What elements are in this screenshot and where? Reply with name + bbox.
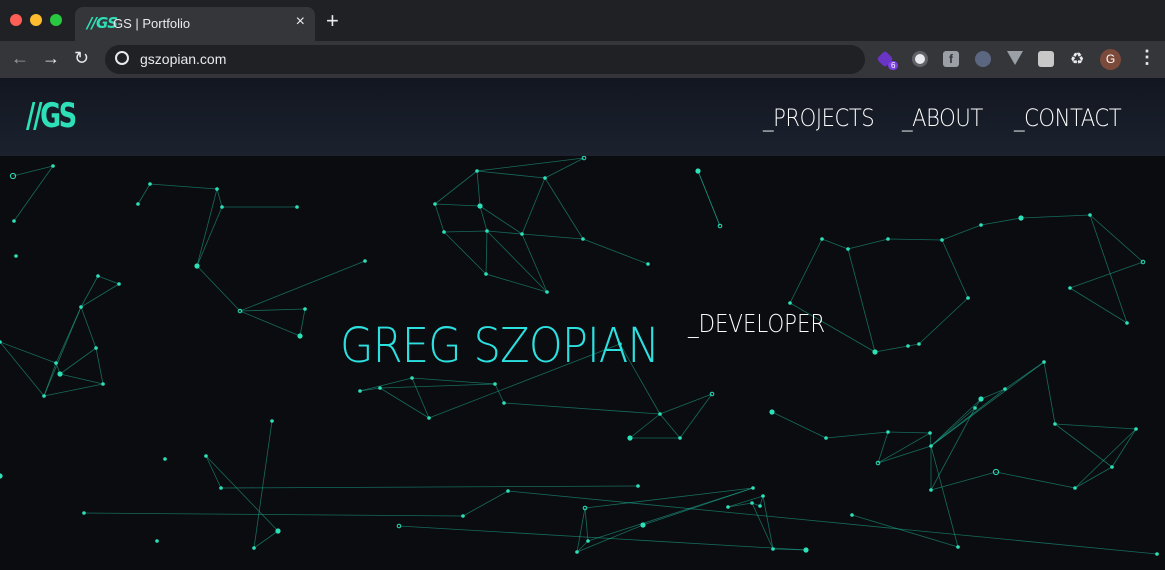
site-logo[interactable]: //GS xyxy=(26,96,77,136)
extension-search-icon[interactable] xyxy=(1038,51,1054,67)
extension-bolt-icon[interactable] xyxy=(975,51,991,67)
address-bar[interactable]: gszopian.com xyxy=(105,45,865,74)
profile-avatar[interactable]: G xyxy=(1100,49,1121,70)
reload-icon[interactable]: ↻ xyxy=(74,48,89,69)
forward-arrow-icon[interactable]: → xyxy=(42,48,60,69)
new-tab-button[interactable]: + xyxy=(326,10,339,32)
globe-icon xyxy=(115,51,129,65)
puzzle-icon[interactable]: ♻ xyxy=(1070,49,1086,68)
nav-link-about[interactable]: _ABOUT xyxy=(902,104,983,132)
maximize-window-button[interactable] xyxy=(50,14,62,26)
browser-tab[interactable]: //GS GS | Portfolio × xyxy=(75,7,315,41)
hero-section: GREG SZOPIAN _DEVELOPER xyxy=(0,156,1165,570)
extension-circle-icon[interactable] xyxy=(912,51,928,67)
browser-toolbar: ← → ↻ gszopian.com 6 f ♻ G ⋮ xyxy=(0,41,1165,78)
extension-facebook-icon[interactable]: f xyxy=(943,51,959,67)
tab-close-icon[interactable]: × xyxy=(296,13,305,31)
close-window-button[interactable] xyxy=(10,14,22,26)
nav-link-projects[interactable]: _PROJECTS xyxy=(763,104,875,132)
url-text[interactable]: gszopian.com xyxy=(140,51,226,67)
browser-tab-strip: //GS GS | Portfolio × + xyxy=(0,0,1165,41)
back-arrow-icon[interactable]: ← xyxy=(11,48,29,69)
site-header: //GS _PROJECTS _ABOUT _CONTACT xyxy=(0,78,1165,156)
minimize-window-button[interactable] xyxy=(30,14,42,26)
hero-role: _DEVELOPER xyxy=(688,309,826,338)
extension-vue-icon[interactable] xyxy=(1007,51,1023,65)
nav-link-contact[interactable]: _CONTACT xyxy=(1014,104,1122,132)
hero-name: GREG SZOPIAN xyxy=(340,318,660,374)
extension-badge: 6 xyxy=(888,61,899,70)
tab-title: GS | Portfolio xyxy=(113,16,191,31)
menu-dots-icon[interactable]: ⋮ xyxy=(1138,47,1156,68)
